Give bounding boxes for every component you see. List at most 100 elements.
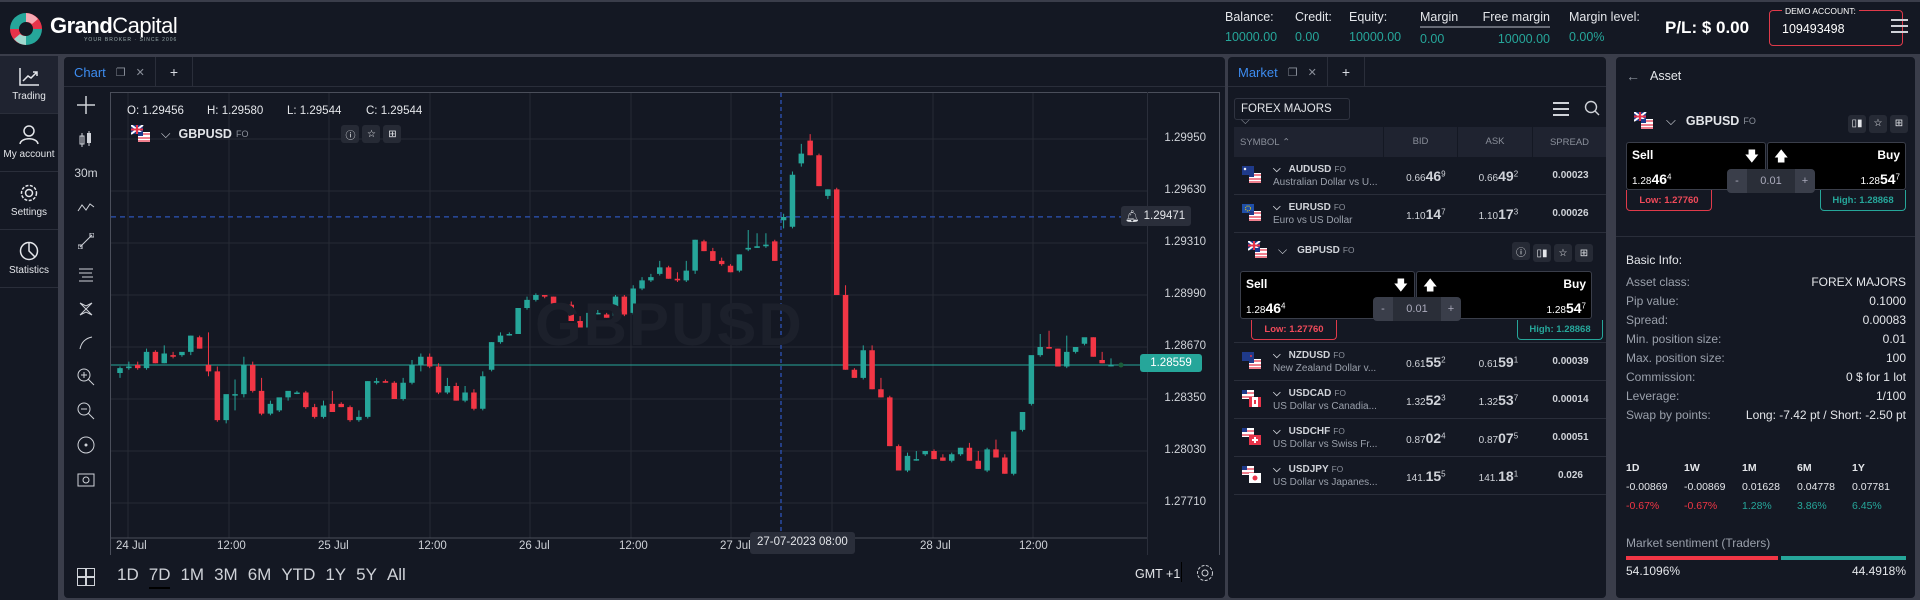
candle-body bbox=[1019, 412, 1026, 430]
info-icon[interactable]: ⓘ bbox=[341, 125, 360, 143]
quantity-decrease[interactable]: - bbox=[1373, 297, 1393, 321]
screenshot-tool[interactable] bbox=[64, 462, 108, 496]
chart-symbol[interactable]: ⌵ GBPUSD FO ⓘ ☆ ⊞ bbox=[131, 125, 402, 143]
bid-price[interactable]: 141.155 bbox=[1390, 468, 1462, 484]
info-row: Asset class: FOREX MAJORS bbox=[1626, 272, 1906, 291]
perf-change: -0.00869 bbox=[1684, 481, 1726, 493]
bid-price[interactable]: 0.61552 bbox=[1390, 354, 1462, 370]
nav-my-account[interactable]: My account bbox=[0, 114, 58, 172]
timeframe-selector[interactable]: 30m bbox=[64, 156, 108, 190]
star-icon[interactable]: ☆ bbox=[1554, 244, 1572, 262]
indicator-tool[interactable] bbox=[64, 190, 108, 224]
list-view-icon[interactable] bbox=[1553, 102, 1569, 116]
demo-account-box[interactable]: DEMO ACCOUNT: 109493498 bbox=[1769, 6, 1903, 46]
ask-price[interactable]: 0.66492 bbox=[1462, 168, 1535, 184]
quantity-increase[interactable]: + bbox=[1795, 169, 1815, 193]
tab-market[interactable]: Market ❐ ✕ bbox=[1228, 57, 1328, 87]
star-icon[interactable]: ☆ bbox=[1869, 114, 1887, 133]
add-icon[interactable]: ⊞ bbox=[383, 125, 402, 143]
ask-price[interactable]: 141.181 bbox=[1462, 468, 1535, 484]
chevron-down-icon[interactable]: ⌵ bbox=[1273, 464, 1281, 475]
back-arrow-icon[interactable]: ← bbox=[1626, 68, 1640, 84]
chevron-down-icon[interactable]: ⌵ bbox=[1273, 164, 1281, 175]
open-chart-icon[interactable]: ▯▮ bbox=[1848, 114, 1866, 133]
column-bid[interactable]: BID bbox=[1384, 127, 1458, 157]
nav-statistics[interactable]: Statistics bbox=[0, 230, 58, 288]
tab-chart[interactable]: Chart ❐ ✕ bbox=[64, 57, 156, 87]
column-ask[interactable]: ASK bbox=[1458, 127, 1533, 157]
close-icon[interactable]: ✕ bbox=[1308, 66, 1317, 79]
quantity-value[interactable]: 0.01 bbox=[1393, 297, 1441, 321]
star-icon[interactable]: ☆ bbox=[362, 125, 381, 143]
layout-grid-icon[interactable] bbox=[77, 568, 95, 591]
close-icon[interactable]: ✕ bbox=[136, 66, 145, 79]
quantity-value[interactable]: 0.01 bbox=[1747, 169, 1795, 193]
chevron-down-icon[interactable]: ⌵ bbox=[1273, 388, 1281, 399]
timezone-selector[interactable]: GMT +1 bbox=[1135, 567, 1180, 581]
ask-price[interactable]: 0.87075 bbox=[1462, 430, 1535, 446]
menu-icon[interactable] bbox=[1891, 19, 1908, 33]
category-select[interactable]: FOREX MAJORS ⌵ bbox=[1234, 98, 1350, 127]
fit-tool[interactable] bbox=[64, 428, 108, 462]
range-6m[interactable]: 6M bbox=[248, 565, 272, 589]
market-row[interactable]: ⌵ USDCHF FO US Dollar vs Swiss Fr... 0.87024… bbox=[1234, 419, 1606, 457]
range-1m[interactable]: 1M bbox=[180, 565, 204, 589]
chart-settings-icon[interactable] bbox=[1196, 564, 1214, 587]
chevron-down-icon[interactable]: ⌵ bbox=[1278, 243, 1287, 258]
time-tick: 12:00 bbox=[1019, 540, 1048, 552]
market-row[interactable]: ⌵ USDCAD FO US Dollar vs Canadia... 1.32523 1… bbox=[1234, 381, 1606, 419]
quantity-increase[interactable]: + bbox=[1441, 297, 1461, 321]
chevron-down-icon[interactable]: ⌵ bbox=[1666, 113, 1676, 129]
bid-price[interactable]: 0.66469 bbox=[1390, 168, 1462, 184]
bid-price[interactable]: 1.10147 bbox=[1390, 206, 1462, 222]
add-tab-button[interactable]: + bbox=[156, 57, 194, 87]
trendline-tool[interactable] bbox=[64, 224, 108, 258]
info-icon[interactable]: ⓘ bbox=[1512, 242, 1530, 260]
pattern-tool[interactable] bbox=[64, 292, 108, 326]
ask-price[interactable]: 1.32537 bbox=[1462, 392, 1535, 408]
popout-icon[interactable]: ❐ bbox=[1288, 66, 1298, 79]
quantity-decrease[interactable]: - bbox=[1727, 169, 1747, 193]
nav-settings[interactable]: Settings bbox=[0, 172, 58, 230]
alert-price-label[interactable]: 🔔︎ 1.29471 bbox=[1121, 206, 1191, 226]
range-all[interactable]: All bbox=[387, 565, 406, 589]
range-1y[interactable]: 1Y bbox=[325, 565, 346, 589]
range-1d[interactable]: 1D bbox=[117, 565, 139, 589]
chevron-down-icon[interactable]: ⌵ bbox=[161, 127, 170, 142]
range-3m[interactable]: 3M bbox=[214, 565, 238, 589]
add-tab-button[interactable]: + bbox=[1328, 57, 1366, 87]
chevron-down-icon[interactable]: ⌵ bbox=[1273, 350, 1281, 361]
market-row[interactable]: ⌵ EURUSD FO Euro vs US Dollar 1.10147 1.10173… bbox=[1234, 195, 1606, 233]
market-row[interactable]: ⌵ NZDUSD FO New Zealand Dollar v... 0.61552 0… bbox=[1234, 343, 1606, 381]
column-symbol[interactable]: SYMBOL ⌃ bbox=[1234, 127, 1384, 157]
add-icon[interactable]: ⊞ bbox=[1575, 244, 1593, 262]
crosshair-tool[interactable] bbox=[64, 88, 108, 122]
chevron-down-icon[interactable]: ⌵ bbox=[1273, 202, 1281, 213]
bid-price[interactable]: 1.32523 bbox=[1390, 392, 1462, 408]
curve-tool[interactable] bbox=[64, 326, 108, 360]
open-chart-icon[interactable]: ▯▮ bbox=[1533, 244, 1551, 262]
chevron-down-icon[interactable]: ⌵ bbox=[1273, 426, 1281, 437]
zoom-out-tool[interactable] bbox=[64, 394, 108, 428]
bid-price[interactable]: 0.87024 bbox=[1390, 430, 1462, 446]
ask-price[interactable]: 0.61591 bbox=[1462, 354, 1535, 370]
range-5y[interactable]: 5Y bbox=[356, 565, 377, 589]
ask-price[interactable]: 1.10173 bbox=[1462, 206, 1535, 222]
quantity-stepper[interactable]: - 0.01 + bbox=[1373, 297, 1461, 321]
fib-tool[interactable] bbox=[64, 258, 108, 292]
asset-quantity-stepper[interactable]: - 0.01 + bbox=[1727, 169, 1815, 193]
market-row[interactable]: ⌵ USDJPY FO US Dollar vs Japanes... 141.155 1… bbox=[1234, 457, 1606, 495]
logo[interactable]: GrandCapital YOUR BROKER · SINCE 2006 bbox=[8, 11, 178, 47]
search-icon[interactable] bbox=[1584, 100, 1600, 121]
zoom-in-tool[interactable] bbox=[64, 360, 108, 394]
range-ytd[interactable]: YTD bbox=[281, 565, 315, 589]
nav-trading[interactable]: Trading bbox=[0, 56, 58, 114]
range-7d[interactable]: 7D bbox=[148, 565, 171, 589]
price-axis[interactable]: 1.29950 1.29630 1.29310 1.28990 1.28670 … bbox=[1121, 92, 1220, 555]
popout-icon[interactable]: ❐ bbox=[116, 66, 126, 79]
candle-type-tool[interactable] bbox=[64, 122, 108, 156]
column-spread[interactable]: SPREAD bbox=[1533, 137, 1606, 148]
market-row-expanded[interactable]: ⌵ GBPUSD FO ⓘ ▯▮ ☆ ⊞ Sell 🡇 1.28464 Buy 🡅 1.… bbox=[1234, 235, 1606, 343]
add-icon[interactable]: ⊞ bbox=[1890, 114, 1908, 133]
market-row[interactable]: ⌵ AUDUSD FO Australian Dollar vs U... 0.6646… bbox=[1234, 157, 1606, 195]
